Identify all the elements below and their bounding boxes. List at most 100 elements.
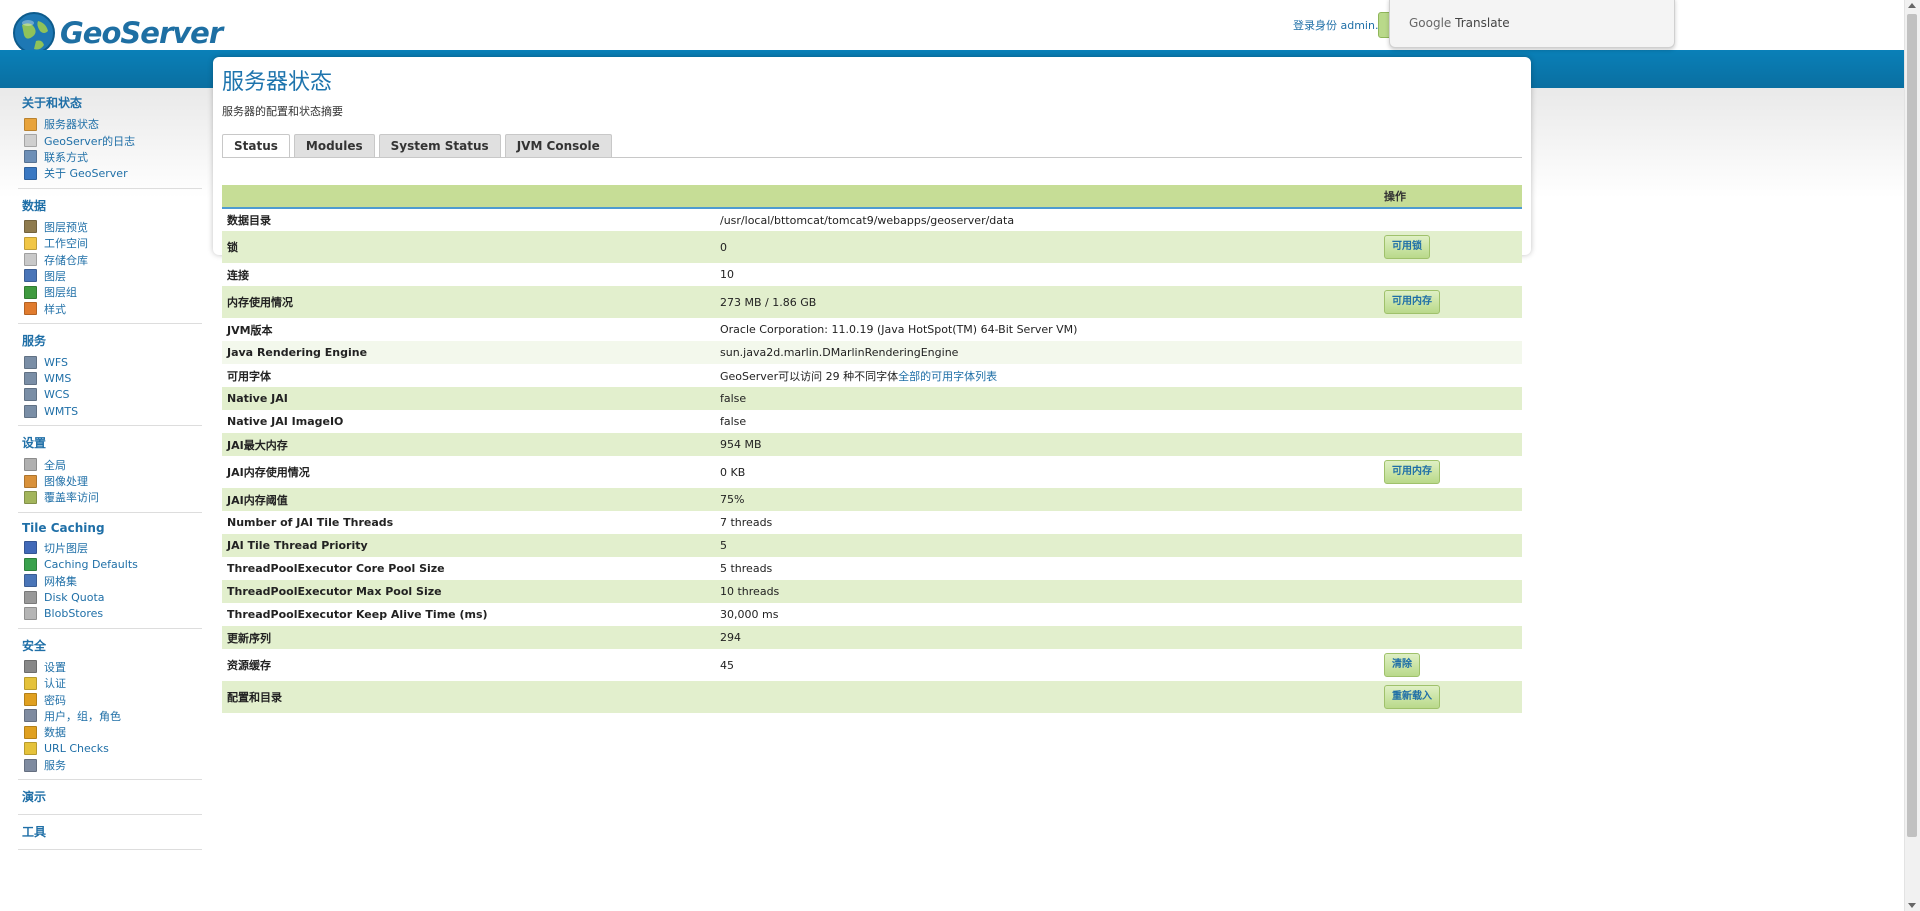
sidebar-item[interactable]: 工作空间 [18, 235, 202, 251]
sidebar-item-link[interactable]: URL Checks [44, 742, 109, 755]
sidebar-item-link[interactable]: 数据 [44, 724, 66, 740]
sidebar-item[interactable]: 样式 [18, 301, 202, 317]
sidebar-section-title[interactable]: 数据 [22, 197, 202, 214]
sidebar-item-link[interactable]: WMTS [44, 405, 78, 418]
scrollbar-thumb[interactable] [1907, 14, 1917, 837]
sidebar-item-link[interactable]: 网格集 [44, 573, 77, 589]
sidebar-item[interactable]: 联系方式 [18, 149, 202, 165]
sidebar-item[interactable]: 切片图层 [18, 540, 202, 556]
sidebar-item-link[interactable]: 存储仓库 [44, 252, 88, 268]
tab-modules[interactable]: Modules [293, 134, 375, 157]
sidebar-item-link[interactable]: Disk Quota [44, 591, 105, 604]
nav-icon [24, 150, 37, 164]
sidebar-item[interactable]: 全局 [18, 456, 202, 472]
scroll-down-arrow-icon[interactable] [1908, 903, 1916, 908]
status-value: sun.java2d.marlin.DMarlinRenderingEngine [715, 341, 1379, 364]
status-key: 数据目录 [227, 214, 271, 227]
status-key: JAI Tile Thread Priority [222, 534, 715, 557]
sidebar-item[interactable]: 存储仓库 [18, 251, 202, 267]
status-key: JAI最大内存 [222, 433, 715, 456]
sidebar-section-title[interactable]: 安全 [22, 637, 202, 654]
sidebar-item-link[interactable]: 图层预览 [44, 219, 88, 235]
nav-icon [24, 474, 37, 488]
status-value: 30,000 ms [715, 603, 1379, 626]
google-translate-popup[interactable]: Google Translate [1389, 0, 1675, 48]
status-value: false [715, 387, 1379, 410]
scroll-up-arrow-icon[interactable] [1908, 3, 1916, 8]
sidebar-item[interactable]: 关于 GeoServer [18, 165, 202, 181]
sidebar-item-link[interactable]: 覆盖率访问 [44, 489, 99, 505]
sidebar-item-link[interactable]: 服务 [44, 757, 66, 773]
sidebar-item[interactable]: 用户，组，角色 [18, 708, 202, 724]
sidebar-item-link[interactable]: 切片图层 [44, 540, 88, 556]
tab-status[interactable]: Status [222, 134, 290, 158]
sidebar-item[interactable]: WFS [18, 354, 202, 370]
action-button[interactable]: 可用内存 [1384, 460, 1440, 484]
sidebar-section-title[interactable]: 工具 [22, 823, 202, 840]
action-button[interactable]: 可用锁 [1384, 235, 1430, 259]
sidebar-section-title[interactable]: 演示 [22, 788, 202, 805]
sidebar-section-title[interactable]: 关于和状态 [22, 94, 202, 111]
sidebar-item-link[interactable]: 密码 [44, 692, 66, 708]
sidebar-item[interactable]: 图层组 [18, 284, 202, 300]
sidebar-item[interactable]: WCS [18, 387, 202, 403]
sidebar-item-link[interactable]: GeoServer的日志 [44, 133, 135, 149]
tab-system-status[interactable]: System Status [378, 134, 501, 157]
action-button[interactable]: 清除 [1384, 653, 1420, 677]
sidebar-item[interactable]: Caching Defaults [18, 556, 202, 572]
sidebar-item[interactable]: URL Checks [18, 741, 202, 757]
sidebar-item[interactable]: 覆盖率访问 [18, 489, 202, 505]
sidebar-section-title[interactable]: Tile Caching [22, 521, 202, 535]
sidebar-item-link[interactable]: 图层组 [44, 284, 77, 300]
sidebar-item-link[interactable]: 工作空间 [44, 235, 88, 251]
sidebar-item[interactable]: 密码 [18, 691, 202, 707]
sidebar-item[interactable]: Disk Quota [18, 589, 202, 605]
sidebar-item-link[interactable]: 样式 [44, 301, 66, 317]
status-action [1379, 511, 1522, 534]
sidebar-item[interactable]: 服务 [18, 757, 202, 773]
sidebar-item[interactable]: 图层预览 [18, 219, 202, 235]
sidebar-item-link[interactable]: 用户，组，角色 [44, 708, 121, 724]
status-value-text: /usr/local/bttomcat/tomcat9/webapps/geos… [720, 213, 1015, 227]
sidebar-item-link[interactable]: Caching Defaults [44, 558, 138, 571]
sidebar-item[interactable]: 认证 [18, 675, 202, 691]
sidebar-item-link[interactable]: 全局 [44, 457, 66, 473]
tab-jvm-console[interactable]: JVM Console [504, 134, 612, 157]
sidebar-item-link[interactable]: 认证 [44, 675, 66, 691]
sidebar-item-link[interactable]: 设置 [44, 659, 66, 675]
sidebar-item-link[interactable]: 服务器状态 [44, 116, 99, 132]
status-value-text: Oracle Corporation: 11.0.19 (Java HotSpo… [720, 323, 1078, 336]
font-list-link[interactable]: 全部的可用字体列表 [898, 370, 997, 383]
action-button[interactable]: 重新载入 [1384, 685, 1440, 709]
vertical-scrollbar[interactable] [1904, 0, 1920, 911]
status-value: Oracle Corporation: 11.0.19 (Java HotSpo… [715, 318, 1379, 341]
sidebar-item-link[interactable]: 图像处理 [44, 473, 88, 489]
table-row: 资源缓存 45 清除 [222, 649, 1522, 681]
sidebar-item[interactable]: 图层 [18, 268, 202, 284]
status-key: JAI内存阈值 [222, 488, 715, 511]
sidebar-item[interactable]: 服务器状态 [18, 116, 202, 132]
sidebar-item[interactable]: 数据 [18, 724, 202, 740]
sidebar-item[interactable]: 图像处理 [18, 473, 202, 489]
sidebar-item[interactable]: GeoServer的日志 [18, 132, 202, 148]
sidebar-item[interactable]: 网格集 [18, 572, 202, 588]
sidebar-item-link[interactable]: WMS [44, 372, 71, 385]
sidebar-item[interactable]: 设置 [18, 659, 202, 675]
sidebar-item-link[interactable]: 关于 GeoServer [44, 165, 128, 181]
nav-icon [24, 693, 37, 707]
sidebar-item-link[interactable]: WCS [44, 388, 70, 401]
sidebar-item-link[interactable]: 图层 [44, 268, 66, 284]
sidebar-item-link[interactable]: 联系方式 [44, 149, 88, 165]
status-action [1379, 557, 1522, 580]
sidebar-item[interactable]: BlobStores [18, 605, 202, 621]
action-button[interactable]: 可用内存 [1384, 290, 1440, 314]
sidebar-section-title[interactable]: 设置 [22, 434, 202, 451]
sidebar-item[interactable]: WMS [18, 370, 202, 386]
sidebar-section-title[interactable]: 服务 [22, 332, 202, 349]
table-header-action: 操作 [1379, 185, 1522, 209]
status-action [1379, 364, 1522, 387]
status-key: 配置和目录 [222, 681, 715, 713]
sidebar-item-link[interactable]: WFS [44, 356, 68, 369]
sidebar-item[interactable]: WMTS [18, 403, 202, 419]
sidebar-item-link[interactable]: BlobStores [44, 607, 103, 620]
